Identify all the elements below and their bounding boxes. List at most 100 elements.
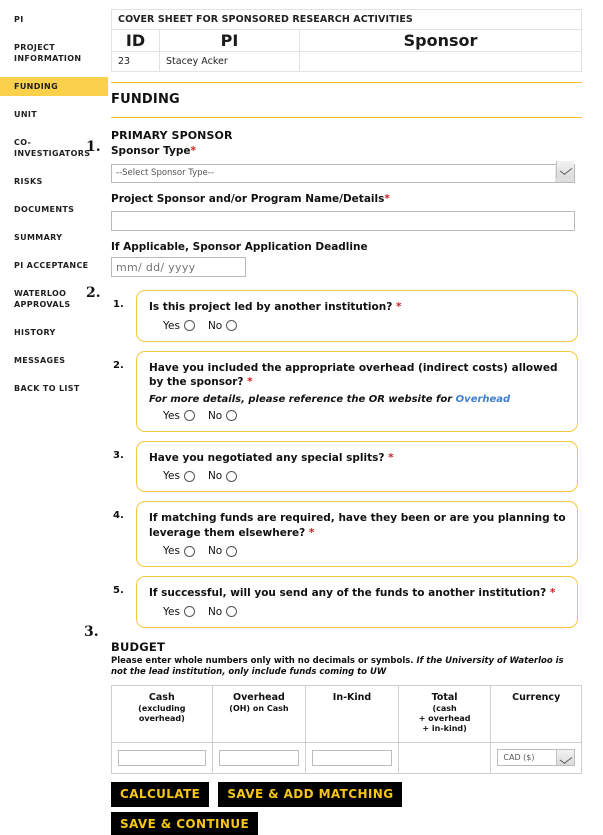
radio-yes[interactable] [183, 606, 195, 617]
question-text-body: Have you negotiated any special splits? [149, 451, 389, 464]
sponsor-type-select-wrap[interactable]: --Select Sponsor Type-- [111, 160, 575, 183]
required-asterisk: * [549, 587, 556, 599]
sidebar-item-summary[interactable]: SUMMARY [0, 228, 108, 247]
radio-label-yes: Yes [163, 409, 180, 422]
table-row: 23 Stacey Acker [111, 51, 582, 72]
question-box-1: 1. Is this project led by another institu… [113, 290, 578, 342]
question-box-2: 2. Have you included the appropriate over… [113, 350, 578, 432]
radio-yes[interactable] [183, 470, 195, 482]
section-title-funding: FUNDING [111, 92, 180, 107]
sidebar-item-project-information[interactable]: PROJECT INFORMATION [0, 38, 108, 68]
radio-yes[interactable] [183, 320, 195, 331]
save-continue-button[interactable]: SAVE & CONTINUE [111, 811, 259, 835]
deadline-label: If Applicable, Sponsor Application Deadl… [111, 240, 368, 253]
program-name-input[interactable] [111, 210, 575, 231]
question-number: 4. [113, 510, 124, 521]
radio-no[interactable] [226, 410, 238, 421]
currency-select-value: CAD ($) [503, 752, 535, 762]
save-add-matching-button[interactable]: SAVE & ADD MATCHING [218, 781, 403, 807]
radio-no[interactable] [226, 470, 238, 482]
cell-pi: Stacey Acker [159, 51, 300, 72]
column-header-sponsor: Sponsor [299, 29, 582, 52]
question-text: If matching funds are required, have the… [149, 511, 567, 540]
radio-yes[interactable] [183, 545, 195, 557]
budget-input-row: CAD ($) [111, 741, 582, 774]
primary-sponsor-heading: PRIMARY SPONSOR [111, 129, 233, 142]
sponsor-type-label: Sponsor Type* [111, 145, 603, 157]
budget-column-sub: (cash + overhead + in-kind) [418, 703, 471, 733]
cell-id: 23 [111, 51, 160, 72]
funding-page: PI PROJECT INFORMATION FUNDING UNIT CO-INVES… [0, 0, 603, 835]
radio-label-yes: Yes [163, 605, 180, 618]
question-text-body: Is this project led by another instituti… [149, 301, 396, 313]
radio-label-yes: Yes [163, 545, 180, 557]
calculate-button[interactable]: CALCULATE [111, 781, 210, 807]
sidebar-item-history[interactable]: HISTORY [0, 323, 108, 342]
question-number: 3. [113, 449, 124, 461]
budget-column-sub: (excluding overhead) [138, 703, 186, 723]
radio-yes[interactable] [183, 410, 195, 421]
question-text: If successful, will you send any of the … [149, 586, 567, 601]
required-asterisk: * [384, 192, 390, 205]
cash-input[interactable] [118, 750, 206, 766]
question-number: 5. [113, 585, 124, 596]
primary-sponsor-block: PRIMARY SPONSOR Sponsor Type* --Select S… [111, 129, 603, 277]
question-text-body: Have you included the appropriate overhe… [149, 361, 558, 389]
budget-note-plain: Please enter whole numbers only with no … [111, 655, 417, 666]
budget-table: Cash (excluding overhead) Overhead (OH) on … [111, 684, 582, 774]
sponsor-type-select[interactable]: --Select Sponsor Type-- [111, 163, 575, 183]
sidebar-item-risks[interactable]: RISKS [0, 172, 108, 191]
sidebar-item-pi-acceptance[interactable]: PI ACCEPTANCE [0, 256, 108, 275]
required-asterisk: * [395, 301, 402, 313]
sidebar-item-back-to-list[interactable]: BACK TO LIST [0, 379, 108, 398]
question-text-body: If matching funds are required, have the… [149, 512, 566, 539]
main-content: COVER SHEET FOR SPONSORED RESEARCH ACTIV… [108, 0, 603, 835]
budget-column-main: Overhead [233, 691, 285, 703]
radio-label-no: No [207, 409, 223, 422]
budget-note: Please enter whole numbers only with no … [111, 656, 581, 679]
action-buttons-row-1: CALCULATE SAVE & ADD MATCHING [111, 781, 603, 807]
radio-group: Yes No [149, 470, 567, 482]
question-text-body: If successful, will you send any of the … [149, 587, 550, 599]
sidebar-item-funding[interactable]: FUNDING [0, 77, 108, 96]
question-box-5: 5. If successful, will you send any of th… [113, 576, 578, 628]
sidebar-item-documents[interactable]: DOCUMENTS [0, 200, 108, 219]
budget-column-main: Currency [512, 691, 561, 703]
budget-column-overhead: Overhead (OH) on Cash [211, 684, 307, 743]
marker-section-3: 3. [84, 624, 99, 640]
budget-cell-cash [111, 741, 213, 774]
question-number: 1. [113, 299, 124, 310]
radio-label-no: No [207, 470, 223, 482]
budget-cell-inkind [305, 741, 399, 774]
budget-column-cash: Cash (excluding overhead) [111, 684, 213, 743]
radio-no[interactable] [226, 606, 238, 617]
question-text: Have you included the appropriate overhe… [149, 361, 567, 390]
radio-label-yes: Yes [163, 470, 180, 482]
sidebar-item-unit[interactable]: UNIT [0, 105, 108, 124]
overhead-input[interactable] [218, 750, 300, 766]
budget-column-main: Total [431, 691, 458, 703]
sidebar-item-pi[interactable]: PI [0, 10, 108, 29]
radio-label-no: No [207, 605, 223, 618]
budget-header-row: Cash (excluding overhead) Overhead (OH) on … [111, 684, 582, 743]
currency-select[interactable]: CAD ($) [497, 748, 575, 766]
sidebar-nav: PI PROJECT INFORMATION FUNDING UNIT CO-INVES… [0, 0, 108, 835]
radio-no[interactable] [226, 545, 238, 557]
budget-cell-currency: CAD ($) [490, 741, 582, 774]
column-header-pi: PI [159, 29, 300, 52]
sidebar-item-messages[interactable]: MESSAGES [0, 351, 108, 370]
radio-group: Yes No [149, 545, 567, 557]
inkind-input[interactable] [312, 750, 392, 766]
budget-column-sub: (OH) on Cash [229, 703, 289, 713]
deadline-date-input[interactable] [111, 257, 246, 277]
overhead-link[interactable]: Overhead [456, 394, 511, 405]
required-asterisk: * [308, 526, 315, 539]
question-number: 2. [113, 359, 124, 371]
radio-no[interactable] [226, 320, 238, 331]
program-label: Project Sponsor and/or Program Name/Deta… [111, 193, 603, 205]
question-text: Have you negotiated any special splits? … [149, 451, 567, 466]
question-note-text: For more details, please reference the O… [149, 393, 456, 405]
radio-label-no: No [207, 319, 223, 332]
marker-section-1: 1. [86, 139, 101, 155]
program-label-text: Project Sponsor and/or Program Name/Deta… [111, 192, 385, 205]
